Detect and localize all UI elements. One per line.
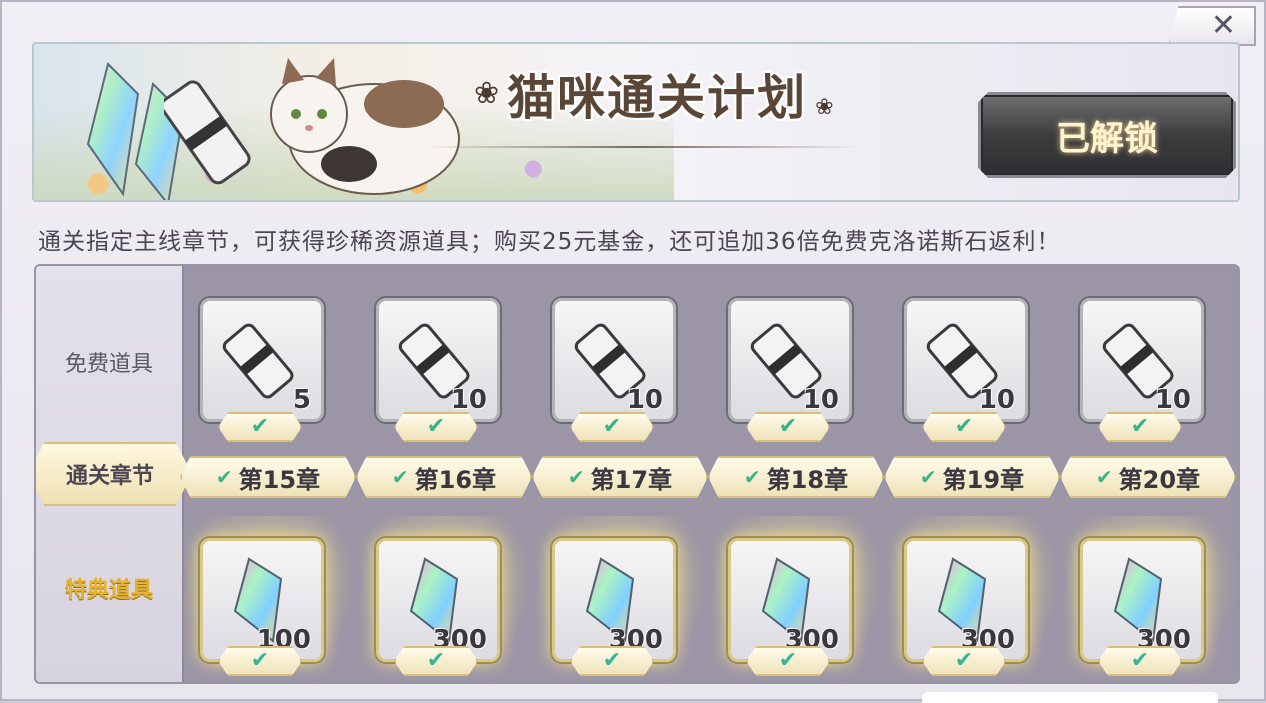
special-claimed-tag: ✔: [570, 646, 654, 676]
free-claimed-tag: ✔: [1098, 412, 1182, 442]
paw-icon: ❀: [474, 75, 500, 111]
special-item-slot[interactable]: 300: [1080, 538, 1204, 662]
chapter-label: 第17章: [590, 465, 673, 494]
check-icon: ✔: [778, 414, 798, 439]
reward-column: 10 ✔ ✔ 第19章 300 ✔: [884, 266, 1062, 682]
free-claimed-tag: ✔: [746, 412, 830, 442]
chapter-tag: ✔ 第20章: [1060, 456, 1236, 498]
reward-column: 10 ✔ ✔ 第17章 300 ✔: [532, 266, 710, 682]
free-claimed-tag: ✔: [570, 412, 654, 442]
check-icon: ✔: [778, 648, 798, 673]
free-item-quantity: 10: [978, 385, 1015, 415]
check-icon: ✔: [602, 414, 622, 439]
reward-column: 10 ✔ ✔ 第16章 300 ✔: [356, 266, 534, 682]
event-description: 通关指定主线章节，可获得珍稀资源道具；购买25元基金，还可追加36倍免费克洛诺斯…: [38, 229, 1061, 255]
chapter-label: 第16章: [414, 465, 497, 494]
check-icon: ✔: [954, 648, 974, 673]
check-icon: ✔: [215, 465, 233, 489]
chapter-tag: ✔ 第17章: [532, 456, 708, 498]
reward-column: 10 ✔ ✔ 第20章 300 ✔: [1060, 266, 1238, 682]
cleared-chapter-label: 通关章节: [65, 464, 154, 489]
special-item-slot[interactable]: 300: [376, 538, 500, 662]
free-item-quantity: 5: [292, 385, 311, 415]
reward-table: 免费道具 特典道具 通关章节 5 ✔ ✔ 第15章 100 ✔ 10 ✔ ✔ 第…: [34, 264, 1240, 684]
event-panel: ✕ ❀ 猫咪通关计划 ❀ 已解锁 通关指定主线章节，可获得珍稀资源道具；购买25…: [0, 0, 1266, 703]
special-claimed-tag: ✔: [922, 646, 1006, 676]
free-item-slot[interactable]: 5: [200, 298, 324, 422]
scroll-indicator[interactable]: [922, 692, 1218, 703]
free-claimed-tag: ✔: [922, 412, 1006, 442]
free-item-slot[interactable]: 10: [1080, 298, 1204, 422]
check-icon: ✔: [919, 465, 937, 489]
reward-column: 10 ✔ ✔ 第18章 300 ✔: [708, 266, 886, 682]
unlocked-label: 已解锁: [1056, 118, 1158, 159]
unlocked-button[interactable]: 已解锁: [978, 92, 1236, 178]
check-icon: ✔: [743, 465, 761, 489]
reward-column: 5 ✔ ✔ 第15章 100 ✔: [180, 266, 358, 682]
title-group: ❀ 猫咪通关计划 ❀: [474, 58, 834, 128]
check-icon: ✔: [954, 414, 974, 439]
special-claimed-tag: ✔: [746, 646, 830, 676]
close-button[interactable]: ✕: [1168, 6, 1256, 46]
free-claimed-tag: ✔: [218, 412, 302, 442]
event-banner: ❀ 猫咪通关计划 ❀ 已解锁: [32, 42, 1240, 202]
chapter-label: 第20章: [1118, 465, 1201, 494]
free-item-quantity: 10: [626, 385, 663, 415]
free-item-slot[interactable]: 10: [904, 298, 1028, 422]
check-icon: ✔: [567, 465, 585, 489]
special-item-slot[interactable]: 300: [904, 538, 1028, 662]
check-icon: ✔: [426, 414, 446, 439]
free-item-quantity: 10: [450, 385, 487, 415]
special-item-slot[interactable]: 300: [728, 538, 852, 662]
check-icon: ✔: [426, 648, 446, 673]
chapter-tag: ✔ 第19章: [884, 456, 1060, 498]
special-claimed-tag: ✔: [218, 646, 302, 676]
paw-icon: ❀: [815, 94, 834, 120]
close-icon: ✕: [1210, 8, 1236, 43]
chapter-tag: ✔ 第16章: [356, 456, 532, 498]
check-icon: ✔: [250, 648, 270, 673]
check-icon: ✔: [1130, 414, 1150, 439]
special-claimed-tag: ✔: [394, 646, 478, 676]
free-item-quantity: 10: [1154, 385, 1191, 415]
title-underline: [424, 146, 858, 148]
special-item-slot[interactable]: 100: [200, 538, 324, 662]
free-items-label: 免费道具: [64, 352, 153, 377]
free-item-quantity: 10: [802, 385, 839, 415]
chapter-label: 第19章: [942, 465, 1025, 494]
chapter-label: 第15章: [238, 465, 321, 494]
cat-illustration: [270, 58, 460, 195]
free-item-slot[interactable]: 10: [376, 298, 500, 422]
cleared-chapter-header: 通关章节: [36, 442, 192, 506]
special-item-slot[interactable]: 300: [552, 538, 676, 662]
check-icon: ✔: [1130, 648, 1150, 673]
free-item-slot[interactable]: 10: [728, 298, 852, 422]
special-items-label: 特典道具: [64, 578, 153, 603]
scroll-icon: [222, 323, 294, 399]
check-icon: ✔: [250, 414, 270, 439]
chapter-label: 第18章: [766, 465, 849, 494]
check-icon: ✔: [602, 648, 622, 673]
event-title: 猫咪通关计划: [507, 70, 808, 126]
check-icon: ✔: [391, 465, 409, 489]
chapter-tag: ✔ 第15章: [180, 456, 356, 498]
check-icon: ✔: [1095, 465, 1113, 489]
free-item-slot[interactable]: 10: [552, 298, 676, 422]
chapter-tag: ✔ 第18章: [708, 456, 884, 498]
free-claimed-tag: ✔: [394, 412, 478, 442]
reward-columns: 5 ✔ ✔ 第15章 100 ✔ 10 ✔ ✔ 第16章 300 ✔ 10 ✔ …: [180, 266, 1238, 682]
special-claimed-tag: ✔: [1098, 646, 1182, 676]
